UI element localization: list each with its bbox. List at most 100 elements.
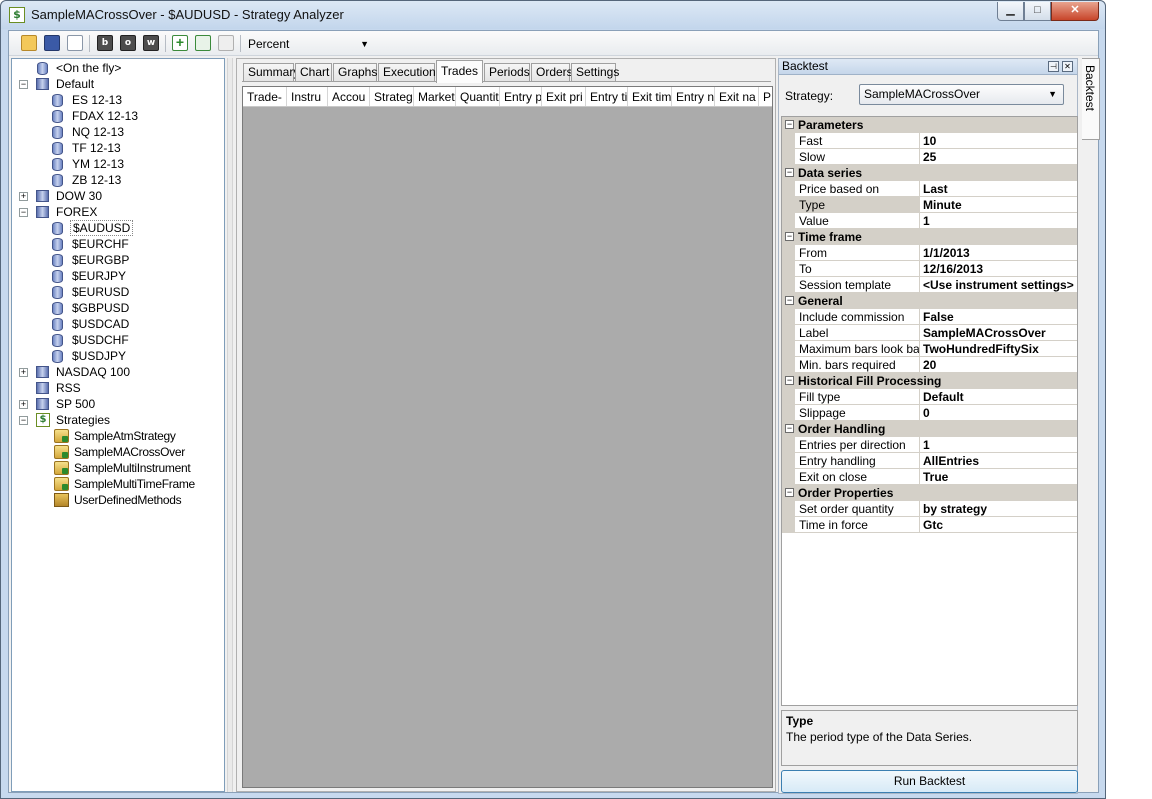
collapse-icon[interactable]: −	[785, 120, 794, 129]
tab-graphs[interactable]: Graphs	[333, 63, 377, 82]
property-value[interactable]: AllEntries	[920, 453, 1077, 469]
tree-node-sp-500[interactable]: + SP 500	[12, 396, 224, 412]
column-header[interactable]: P	[759, 87, 772, 106]
property-row-slippage[interactable]: Slippage 0	[782, 405, 1077, 421]
property-value[interactable]: SampleMACrossOver	[920, 325, 1077, 341]
collapse-icon[interactable]: −	[19, 416, 28, 425]
tree-node-samplemacrossover[interactable]: SampleMACrossOver	[12, 444, 224, 460]
b-icon[interactable]: b	[97, 35, 113, 51]
collapse-icon[interactable]: −	[785, 296, 794, 305]
tab-settings[interactable]: Settings	[571, 63, 619, 82]
property-row-entry-handling[interactable]: Entry handling AllEntries	[782, 453, 1077, 469]
tree-node-ym-12-13[interactable]: YM 12-13	[12, 156, 224, 172]
panel-splitter[interactable]	[227, 58, 233, 792]
category-time-frame[interactable]: − Time frame	[782, 229, 1077, 245]
tree-node-usdchf[interactable]: $USDCHF	[12, 332, 224, 348]
save-icon[interactable]	[44, 35, 60, 51]
property-value[interactable]: Minute	[920, 197, 1077, 213]
instrument-tree[interactable]: <On the fly> − Default ES 12-13 FDAX 12-1…	[11, 58, 225, 792]
tab-summary[interactable]: Summary	[243, 63, 299, 82]
tree-node-eurusd[interactable]: $EURUSD	[12, 284, 224, 300]
property-value[interactable]: Last	[920, 181, 1077, 197]
collapse-icon[interactable]: −	[785, 424, 794, 433]
tab-trades[interactable]: Trades	[436, 60, 483, 83]
property-row-fill-type[interactable]: Fill type Default	[782, 389, 1077, 405]
tab-executions[interactable]: Executions	[378, 63, 442, 82]
title-bar[interactable]: $ SampleMACrossOver - $AUDUSD - Strategy…	[1, 1, 1105, 29]
column-header[interactable]: Exit pri	[542, 87, 586, 106]
pin-icon[interactable]	[67, 35, 83, 51]
property-value[interactable]: False	[920, 309, 1077, 325]
property-value[interactable]: 20	[920, 357, 1077, 373]
run-backtest-button[interactable]: Run Backtest	[781, 770, 1078, 793]
property-value[interactable]: 12/16/2013	[920, 261, 1077, 277]
category-historical-fill-processing[interactable]: − Historical Fill Processing	[782, 373, 1077, 389]
maximize-button[interactable]: □	[1024, 2, 1051, 21]
expand-icon[interactable]: +	[19, 400, 28, 409]
column-header[interactable]: Exit tim	[628, 87, 672, 106]
property-row-type[interactable]: Type Minute	[782, 197, 1077, 213]
property-value[interactable]: 10	[920, 133, 1077, 149]
column-header[interactable]: Entry n	[672, 87, 715, 106]
column-header[interactable]: Market	[414, 87, 456, 106]
property-value[interactable]: by strategy	[920, 501, 1077, 517]
property-value[interactable]: TwoHundredFiftySix	[920, 341, 1077, 357]
w-icon[interactable]: w	[143, 35, 159, 51]
tree-node-dow-30[interactable]: + DOW 30	[12, 188, 224, 204]
tree-node-eurjpy[interactable]: $EURJPY	[12, 268, 224, 284]
backtest-property-grid[interactable]: − Parameters Fast 10 Slow 25− Data series Price…	[781, 116, 1078, 706]
column-header[interactable]: Trade-	[243, 87, 287, 106]
tree-node-eurchf[interactable]: $EURCHF	[12, 236, 224, 252]
tree-node-zb-12-13[interactable]: ZB 12-13	[12, 172, 224, 188]
tree-node-rss[interactable]: RSS	[12, 380, 224, 396]
collapse-icon[interactable]: −	[785, 232, 794, 241]
property-row-slow[interactable]: Slow 25	[782, 149, 1077, 165]
category-order-properties[interactable]: − Order Properties	[782, 485, 1077, 501]
property-value[interactable]: 1/1/2013	[920, 245, 1077, 261]
property-value[interactable]: 1	[920, 213, 1077, 229]
property-row-fast[interactable]: Fast 10	[782, 133, 1077, 149]
column-header[interactable]: Instru	[287, 87, 328, 106]
property-row-session-template[interactable]: Session template <Use instrument settings…	[782, 277, 1077, 293]
property-value[interactable]: Gtc	[920, 517, 1077, 533]
close-window-button[interactable]: ✕	[1051, 2, 1099, 21]
property-row-value[interactable]: Value 1	[782, 213, 1077, 229]
property-value[interactable]: 0	[920, 405, 1077, 421]
property-row-exit-on-close[interactable]: Exit on close True	[782, 469, 1077, 485]
property-value[interactable]: <Use instrument settings>	[920, 277, 1077, 293]
column-header[interactable]: Exit na	[715, 87, 759, 106]
tree-node-audusd[interactable]: $AUDUSD	[12, 220, 224, 236]
remove-icon[interactable]	[218, 35, 234, 51]
column-header[interactable]: Entry ti	[586, 87, 628, 106]
edit-icon[interactable]	[195, 35, 211, 51]
tree-node-tf-12-13[interactable]: TF 12-13	[12, 140, 224, 156]
property-row-maximum-bars-look-back[interactable]: Maximum bars look back TwoHundredFiftySix	[782, 341, 1077, 357]
tree-node-sampleatmstrategy[interactable]: SampleAtmStrategy	[12, 428, 224, 444]
tree-node-es-12-13[interactable]: ES 12-13	[12, 92, 224, 108]
property-value[interactable]: True	[920, 469, 1077, 485]
property-row-set-order-quantity[interactable]: Set order quantity by strategy	[782, 501, 1077, 517]
add-icon[interactable]: +	[172, 35, 188, 51]
tree-node-gbpusd[interactable]: $GBPUSD	[12, 300, 224, 316]
column-header[interactable]: Entry p	[500, 87, 542, 106]
tree-node-samplemultiinstrument[interactable]: SampleMultiInstrument	[12, 460, 224, 476]
property-value[interactable]: 25	[920, 149, 1077, 165]
column-header[interactable]: Quantit	[456, 87, 500, 106]
close-icon[interactable]: ✕	[1062, 61, 1073, 72]
tree-node-strategies[interactable]: − $ Strategies	[12, 412, 224, 428]
minimize-button[interactable]: ▁	[997, 2, 1024, 21]
side-tab-backtest[interactable]: Backtest	[1082, 58, 1100, 140]
expand-icon[interactable]: +	[19, 192, 28, 201]
tree-node-usdcad[interactable]: $USDCAD	[12, 316, 224, 332]
tree-node-forex[interactable]: − FOREX	[12, 204, 224, 220]
tab-periods[interactable]: Periods	[484, 63, 530, 82]
property-row-label[interactable]: Label SampleMACrossOver	[782, 325, 1077, 341]
tree-node-default[interactable]: − Default	[12, 76, 224, 92]
property-value[interactable]: Default	[920, 389, 1077, 405]
property-row-to[interactable]: To 12/16/2013	[782, 261, 1077, 277]
property-value[interactable]: 1	[920, 437, 1077, 453]
property-row-include-commission[interactable]: Include commission False	[782, 309, 1077, 325]
category-data-series[interactable]: − Data series	[782, 165, 1077, 181]
open-folder-icon[interactable]	[21, 35, 37, 51]
collapse-icon[interactable]: −	[785, 168, 794, 177]
